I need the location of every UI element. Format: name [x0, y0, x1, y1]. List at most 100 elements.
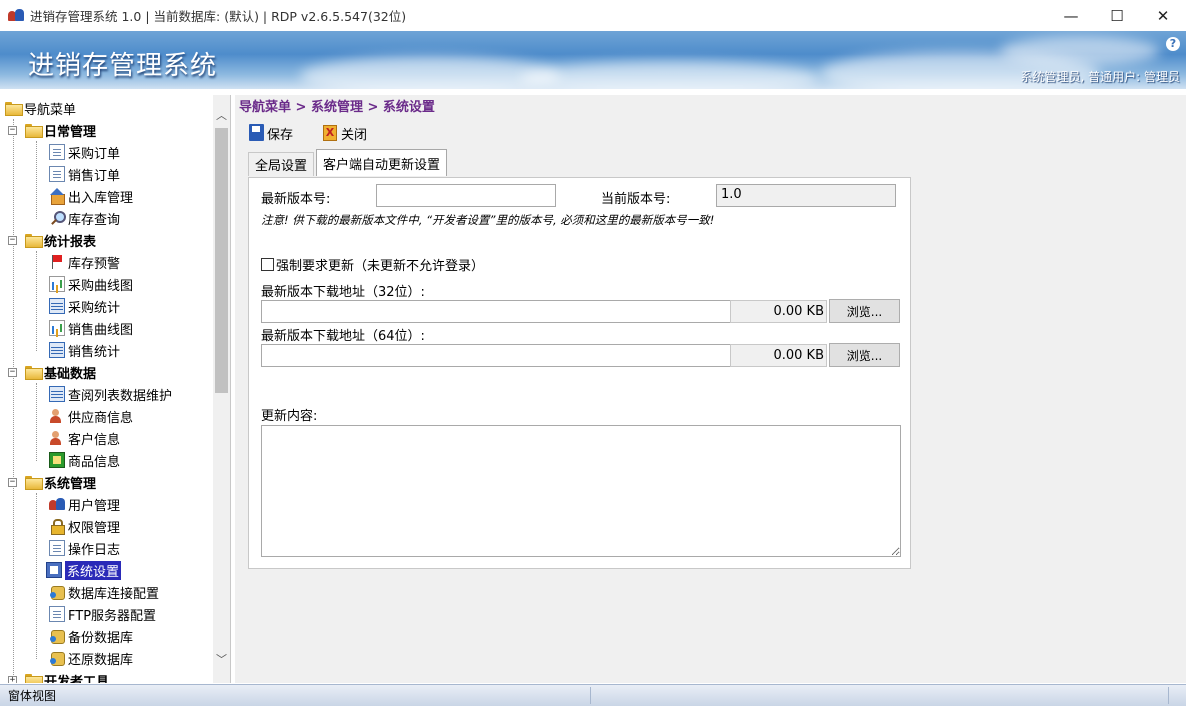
tree-item-operation-log[interactable]: 操作日志	[49, 537, 120, 559]
tree-item-label: 采购曲线图	[68, 278, 134, 294]
scroll-down-icon[interactable]: ﹀	[213, 651, 230, 668]
tree-root[interactable]: 导航菜单	[5, 97, 76, 119]
tree-item-backup-db[interactable]: 备份数据库	[49, 625, 133, 647]
tree-item-stock-alert[interactable]: 库存预警	[49, 251, 120, 273]
force-update-checkbox[interactable]	[261, 258, 274, 271]
tree-item-label: 商品信息	[68, 454, 121, 470]
close-window-button[interactable]: ✕	[1140, 0, 1186, 31]
current-version-field: 1.0	[716, 184, 896, 207]
tree-group-label: 统计报表	[44, 234, 97, 250]
window-title: 进销存管理系统 1.0 | 当前数据库: (默认) | RDP v2.6.5.5…	[30, 9, 407, 24]
url32-input[interactable]	[261, 300, 731, 323]
tree-item-system-settings[interactable]: 系统设置	[46, 559, 122, 581]
grid-icon	[49, 298, 65, 314]
tree-item-purchase-chart[interactable]: 采购曲线图	[49, 273, 133, 295]
changelog-label: 更新内容:	[261, 409, 318, 424]
latest-version-input[interactable]	[376, 184, 556, 207]
navigation-tree: 导航菜单 − 日常管理 采购订单 销售订单 出入库管理 库存查询 − 统计报表 …	[0, 95, 231, 683]
tree-item-label: 销售订单	[68, 168, 121, 184]
tree-item-supplier[interactable]: 供应商信息	[49, 405, 133, 427]
tree-item-label: 供应商信息	[68, 410, 134, 426]
tree-item-stock-io[interactable]: 出入库管理	[49, 185, 133, 207]
house-icon	[49, 188, 65, 205]
folder-open-icon	[25, 674, 43, 683]
url64-label: 最新版本下载地址（64位）:	[261, 329, 425, 344]
latest-version-label: 最新版本号:	[261, 192, 331, 207]
tree-item-ftp-config[interactable]: FTP服务器配置	[49, 603, 156, 625]
document-icon	[49, 540, 65, 556]
tree-item-sales-order[interactable]: 销售订单	[49, 163, 120, 185]
minimize-button[interactable]: —	[1048, 0, 1094, 31]
tree-item-stock-query[interactable]: 库存查询	[49, 207, 120, 229]
lock-icon	[49, 518, 65, 535]
settings-pane: 导航菜单 > 系统管理 > 系统设置 保存 X 关闭 全局设置 客户端自动更新设…	[235, 95, 1186, 683]
changelog-textarea[interactable]	[261, 425, 901, 557]
tree-item-restore-db[interactable]: 还原数据库	[49, 647, 133, 669]
save-label: 保存	[267, 127, 294, 143]
scroll-thumb[interactable]	[215, 128, 228, 393]
tree-group-daily[interactable]: − 日常管理	[8, 119, 96, 141]
help-icon[interactable]: ?	[1166, 37, 1180, 51]
tree-group-system[interactable]: − 系统管理	[8, 471, 96, 493]
tree-item-db-connection[interactable]: 数据库连接配置	[49, 581, 159, 603]
collapse-icon[interactable]: −	[8, 477, 17, 487]
app-banner-title: 进销存管理系统	[28, 51, 218, 81]
url64-size: 0.00 KB	[730, 344, 827, 367]
tree-item-label: 出入库管理	[68, 190, 134, 206]
tree-item-user-management[interactable]: 用户管理	[49, 493, 120, 515]
scroll-up-icon[interactable]: ︿	[213, 107, 230, 124]
tree-group-reports[interactable]: − 统计报表	[8, 229, 96, 251]
save-button[interactable]: 保存	[249, 122, 293, 144]
maximize-button[interactable]: ☐	[1094, 0, 1140, 31]
browse-32-button[interactable]: 浏览...	[829, 299, 900, 323]
tree-scrollbar[interactable]: ︿ ﹀	[213, 95, 230, 683]
tree-item-sales-chart[interactable]: 销售曲线图	[49, 317, 133, 339]
title-bar: 进销存管理系统 1.0 | 当前数据库: (默认) | RDP v2.6.5.5…	[0, 0, 1186, 31]
folder-open-icon	[25, 476, 43, 490]
document-icon	[49, 606, 65, 622]
expand-icon[interactable]: +	[8, 675, 17, 683]
tab-global-settings[interactable]: 全局设置	[248, 152, 315, 176]
status-text: 窗体视图	[8, 689, 57, 703]
settings-icon	[46, 562, 62, 578]
tree-item-permissions[interactable]: 权限管理	[49, 515, 120, 537]
person-icon	[49, 408, 65, 424]
tree-item-label: 系统设置	[65, 560, 122, 580]
tree-item-label: 操作日志	[68, 542, 121, 558]
database-icon	[49, 584, 65, 600]
tab-client-update[interactable]: 客户端自动更新设置	[316, 149, 448, 176]
tab-content: 最新版本号: 当前版本号: 1.0 注意! 供下载的最新版本文件中, “开发者设…	[248, 177, 911, 569]
tree-item-sales-stats[interactable]: 销售统计	[49, 339, 120, 361]
collapse-icon[interactable]: −	[8, 367, 17, 377]
tree-item-label: 用户管理	[68, 498, 121, 514]
url64-input[interactable]	[261, 344, 731, 367]
collapse-icon[interactable]: −	[8, 235, 17, 245]
tree-group-basic-data[interactable]: − 基础数据	[8, 361, 96, 383]
tree-item-lookup-list[interactable]: 查阅列表数据维护	[49, 383, 172, 405]
tree-group-label: 日常管理	[44, 124, 97, 140]
tree-item-product[interactable]: 商品信息	[49, 449, 120, 471]
document-icon	[49, 144, 65, 160]
folder-open-icon	[25, 124, 43, 138]
tree-item-purchase-stats[interactable]: 采购统计	[49, 295, 120, 317]
product-icon	[49, 452, 65, 468]
tree-item-customer[interactable]: 客户信息	[49, 427, 120, 449]
tree-item-label: 还原数据库	[68, 652, 134, 668]
tree-item-label: 查阅列表数据维护	[68, 388, 173, 404]
users-icon	[49, 496, 65, 512]
document-icon	[49, 166, 65, 182]
browse-64-button[interactable]: 浏览...	[829, 343, 900, 367]
tree-group-label: 开发者工具	[44, 674, 110, 684]
close-button[interactable]: X 关闭	[323, 122, 367, 144]
tree-item-label: 客户信息	[68, 432, 121, 448]
tree-group-dev-tools[interactable]: + 开发者工具	[8, 669, 109, 683]
database-icon	[49, 628, 65, 644]
tree-item-label: 采购订单	[68, 146, 121, 162]
collapse-icon[interactable]: −	[8, 125, 17, 135]
search-icon	[49, 210, 66, 226]
url32-size: 0.00 KB	[730, 300, 827, 323]
tree-item-label: 销售统计	[68, 344, 121, 360]
tree-item-purchase-order[interactable]: 采购订单	[49, 141, 120, 163]
chart-icon	[49, 320, 65, 336]
tree-item-label: 备份数据库	[68, 630, 134, 646]
